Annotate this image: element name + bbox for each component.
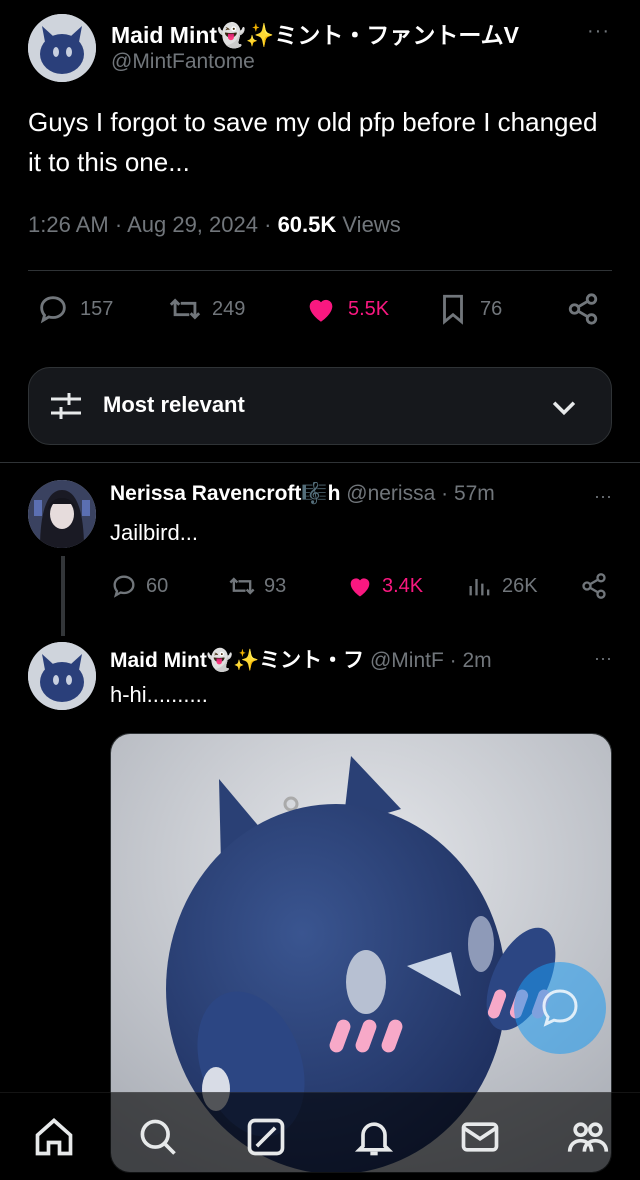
sort-label: Most relevant <box>103 392 245 417</box>
like-button[interactable]: 3.4K <box>346 572 423 600</box>
bookmark-icon <box>443 294 463 325</box>
tweet-meta: 1:26 AM · Aug 29, 2024 · 60.5K Views <box>28 212 401 238</box>
views-label: Views <box>342 212 401 237</box>
tweet-text: Guys I forgot to save my old pfp before … <box>28 107 598 177</box>
reply-display-name[interactable]: Nerissa Ravencroft🎼h <box>110 482 340 505</box>
reply-avatar[interactable] <box>28 480 96 548</box>
reply-avatar[interactable] <box>28 642 96 710</box>
share-button[interactable] <box>566 292 600 326</box>
author-avatar[interactable] <box>28 14 96 82</box>
views-button[interactable]: 26K <box>466 572 538 600</box>
reply-icon <box>40 296 66 324</box>
tweet-actions: 157 249 5.5K 76 <box>28 292 612 336</box>
repost-count: 93 <box>264 574 287 597</box>
bookmark-button[interactable]: 76 <box>436 292 502 326</box>
reply-text: h-hi.......... <box>110 682 208 707</box>
chevron-down-icon <box>552 401 576 416</box>
reply-header: Maid Mint👻✨ミント・フ @MintF · 2m <box>110 644 580 674</box>
share-icon <box>582 573 606 599</box>
bookmark-count: 76 <box>480 297 503 320</box>
reply-display-name[interactable]: Maid Mint👻✨ミント・フ <box>110 649 364 672</box>
reply-bubble-icon <box>542 989 578 1027</box>
search-icon[interactable] <box>136 1115 180 1159</box>
tweet-date[interactable]: Aug 29, 2024 <box>127 212 258 237</box>
repost-icon <box>169 298 201 320</box>
repost-button[interactable]: 249 <box>168 292 245 326</box>
more-options-icon[interactable]: ··· <box>594 486 612 507</box>
sliders-icon <box>51 393 81 419</box>
author-display-name[interactable]: Maid Mint👻✨ミント・ファントームV <box>111 16 571 50</box>
reply-actions: 60 93 3.4K 26K <box>110 572 610 612</box>
meta-separator: · <box>441 482 454 505</box>
analytics-icon <box>469 579 490 596</box>
like-button[interactable]: 5.5K <box>304 292 389 326</box>
share-icon <box>568 293 598 325</box>
reply-time[interactable]: 57m <box>454 482 495 505</box>
more-options-icon[interactable]: ··· <box>594 648 612 669</box>
meta-separator: · <box>264 212 278 237</box>
reply-button[interactable]: 157 <box>36 292 113 326</box>
author-handle[interactable]: @MintFantome <box>111 50 255 74</box>
share-button[interactable] <box>580 572 608 600</box>
reply-count: 157 <box>80 297 114 320</box>
reply-handle[interactable]: @nerissa <box>346 482 435 505</box>
meta-separator: · <box>449 649 463 672</box>
like-icon <box>309 299 333 322</box>
reply-button[interactable]: 60 <box>110 572 168 600</box>
home-icon[interactable] <box>32 1115 76 1159</box>
views-count: 60.5K <box>277 212 337 237</box>
reply-count: 60 <box>146 574 169 597</box>
thread-connector <box>61 556 65 636</box>
meta-separator: · <box>114 212 128 237</box>
reply-time[interactable]: 2m <box>462 649 491 672</box>
reply-header: Nerissa Ravencroft🎼h @nerissa · 57m <box>110 482 580 506</box>
repost-icon <box>229 577 255 595</box>
divider <box>28 270 612 271</box>
like-count: 5.5K <box>348 297 390 320</box>
reply-handle[interactable]: @MintF <box>370 649 444 672</box>
tweet-time[interactable]: 1:26 AM <box>28 212 109 237</box>
reply-icon <box>113 575 135 598</box>
notifications-icon[interactable] <box>352 1115 396 1159</box>
grok-icon[interactable] <box>244 1115 288 1159</box>
like-icon <box>350 578 370 597</box>
repost-count: 249 <box>212 297 246 320</box>
messages-icon[interactable] <box>458 1115 502 1159</box>
section-divider <box>0 462 640 463</box>
repost-button[interactable]: 93 <box>228 572 286 600</box>
communities-icon[interactable] <box>566 1115 610 1159</box>
more-options-icon[interactable]: ··· <box>587 20 610 43</box>
tweet-header: Maid Mint👻✨ミント・ファントームV @MintFantome ··· <box>28 10 618 82</box>
sort-replies-dropdown[interactable]: Most relevant <box>28 367 612 445</box>
reply-text: Jailbird... <box>110 520 199 545</box>
views-count: 26K <box>502 574 538 597</box>
bottom-navigation <box>0 1092 640 1180</box>
like-count: 3.4K <box>382 574 424 597</box>
compose-reply-button[interactable] <box>514 962 606 1054</box>
